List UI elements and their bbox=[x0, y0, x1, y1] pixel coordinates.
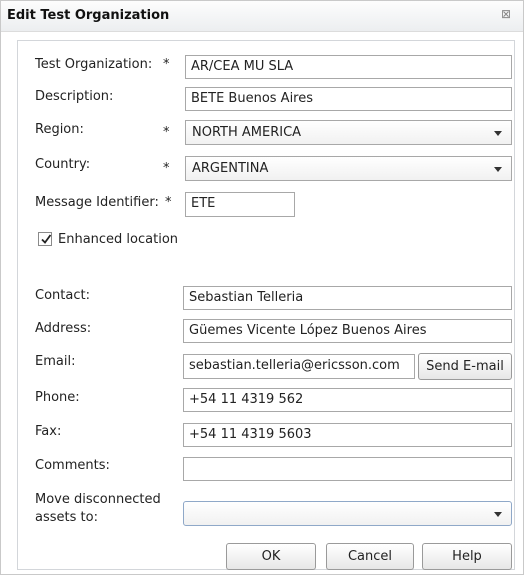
dialog-titlebar: Edit Test Organization ⊠ bbox=[1, 1, 523, 32]
email-input[interactable]: sebastian.telleria@ericsson.com bbox=[183, 354, 415, 379]
required-marker: * bbox=[163, 57, 170, 72]
phone-label: Phone: bbox=[35, 390, 80, 405]
address-label: Address: bbox=[35, 321, 92, 336]
fax-label: Fax: bbox=[35, 424, 62, 439]
dialog-title: Edit Test Organization bbox=[7, 8, 170, 23]
region-value: NORTH AMERICA bbox=[192, 125, 302, 140]
country-select[interactable]: ARGENTINA bbox=[185, 156, 512, 181]
comments-input[interactable] bbox=[183, 457, 512, 481]
enhanced-location-checkbox[interactable] bbox=[38, 232, 52, 246]
contact-input[interactable]: Sebastian Telleria bbox=[183, 286, 512, 310]
send-email-button[interactable]: Send E-mail bbox=[418, 353, 512, 380]
description-input[interactable]: BETE Buenos Aires bbox=[185, 87, 512, 111]
region-label: Region: bbox=[35, 122, 84, 137]
phone-input[interactable]: +54 11 4319 562 bbox=[183, 388, 512, 412]
edit-test-organization-dialog: Edit Test Organization ⊠ Test Organizati… bbox=[0, 0, 524, 575]
test-organization-input[interactable]: AR/CEA MU SLA bbox=[185, 55, 512, 79]
email-label: Email: bbox=[35, 354, 76, 369]
required-marker: * bbox=[165, 195, 172, 210]
chevron-down-icon bbox=[494, 131, 502, 136]
move-disconnected-select[interactable] bbox=[183, 501, 512, 526]
contact-label: Contact: bbox=[35, 288, 90, 303]
move-disconnected-label: Move disconnected bbox=[35, 492, 161, 507]
required-marker: * bbox=[163, 161, 170, 176]
chevron-down-icon bbox=[494, 512, 502, 517]
close-icon[interactable]: ⊠ bbox=[501, 7, 511, 21]
move-disconnected-label-line2: assets to: bbox=[35, 510, 98, 525]
message-identifier-label: Message Identifier: bbox=[35, 195, 159, 210]
test-organization-label: Test Organization: bbox=[35, 57, 153, 72]
comments-label: Comments: bbox=[35, 458, 110, 473]
check-icon bbox=[41, 234, 52, 244]
region-select[interactable]: NORTH AMERICA bbox=[185, 120, 512, 145]
country-label: Country: bbox=[35, 157, 91, 172]
required-marker: * bbox=[163, 125, 170, 140]
address-input[interactable]: Güemes Vicente López Buenos Aires bbox=[183, 319, 512, 343]
message-identifier-input[interactable]: ETE bbox=[185, 192, 295, 217]
description-label: Description: bbox=[35, 89, 114, 104]
help-button[interactable]: Help bbox=[422, 543, 512, 570]
cancel-button[interactable]: Cancel bbox=[326, 543, 414, 570]
chevron-down-icon bbox=[494, 167, 502, 172]
fax-input[interactable]: +54 11 4319 5603 bbox=[183, 423, 512, 447]
enhanced-location-label: Enhanced location bbox=[58, 232, 179, 247]
country-value: ARGENTINA bbox=[192, 161, 269, 176]
ok-button[interactable]: OK bbox=[226, 543, 316, 570]
